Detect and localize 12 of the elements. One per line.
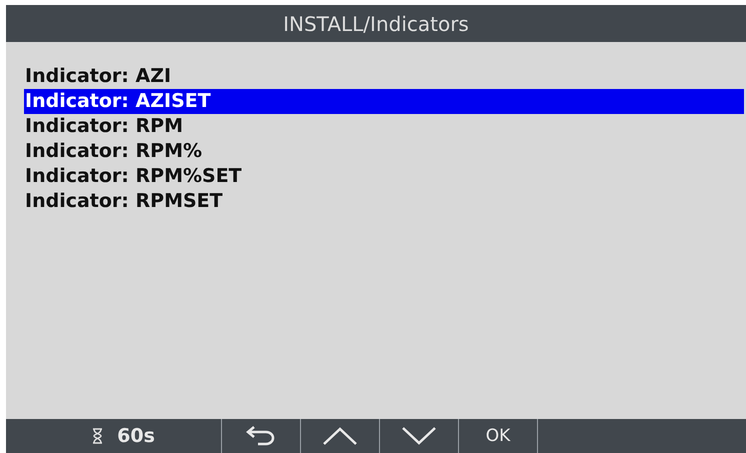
timer-text: 60s xyxy=(117,425,155,447)
list-item[interactable]: Indicator: AZI xyxy=(24,64,744,89)
list-item[interactable]: Indicator: RPM% xyxy=(24,139,744,164)
back-arrow-icon xyxy=(245,426,277,446)
window-title: INSTALL/Indicators xyxy=(6,5,746,42)
list-item[interactable]: Indicator: RPMSET xyxy=(24,189,744,214)
list-item[interactable]: Indicator: RPM xyxy=(24,114,744,139)
list-item[interactable]: Indicator: RPM%SET xyxy=(24,164,744,189)
hourglass-icon xyxy=(92,428,104,444)
chevron-down-icon xyxy=(401,426,437,446)
chevron-up-icon xyxy=(322,426,358,446)
list-item[interactable]: Indicator: AZISET xyxy=(24,89,744,114)
